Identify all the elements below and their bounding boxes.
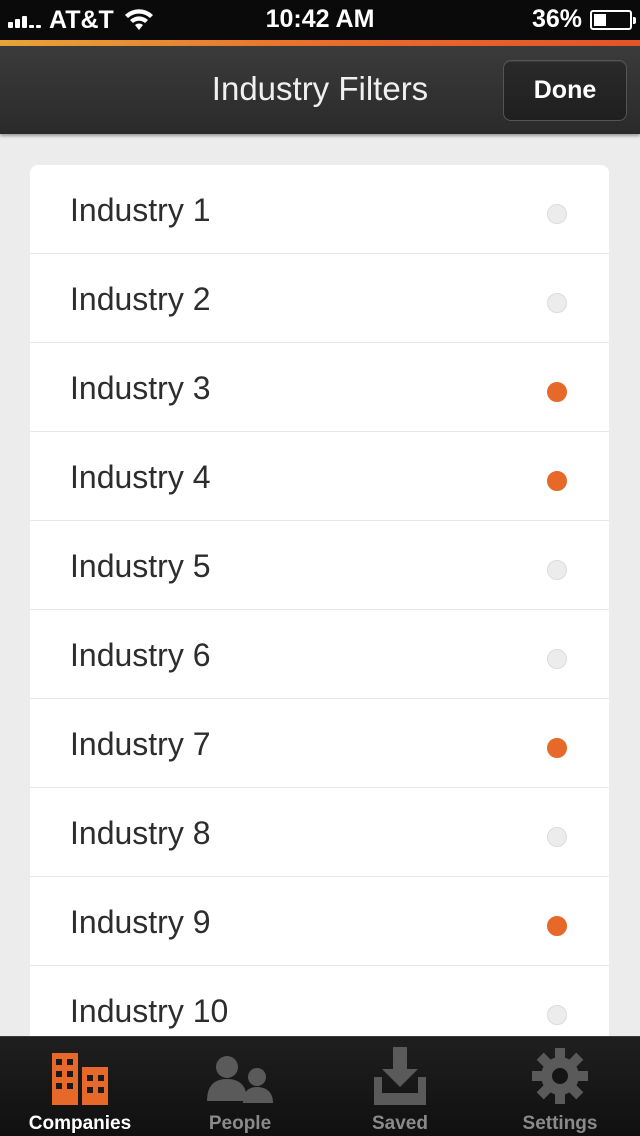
list-item-label: Industry 6: [70, 637, 211, 673]
list-item[interactable]: Industry 7: [30, 699, 609, 788]
selection-indicator-icon: [547, 204, 567, 224]
download-tray-icon: [372, 1045, 428, 1105]
list-item[interactable]: Industry 2: [30, 254, 609, 343]
selection-indicator-icon: [547, 293, 567, 313]
selection-indicator-icon: [547, 827, 567, 847]
list-item[interactable]: Industry 1: [30, 165, 609, 254]
list-item-label: Industry 9: [70, 904, 211, 940]
done-button[interactable]: Done: [503, 60, 627, 121]
battery-percentage: 36%: [531, 5, 582, 33]
selection-indicator-icon: [547, 471, 567, 491]
list-item[interactable]: Industry 9: [30, 877, 609, 966]
selection-indicator-icon: [547, 738, 567, 758]
navigation-bar: Industry Filters Done: [0, 46, 640, 134]
list-item-label: Industry 10: [70, 993, 229, 1029]
selection-indicator-icon: [547, 382, 567, 402]
tab-settings[interactable]: Settings: [480, 1037, 640, 1136]
status-bar: AT&T 10:42 AM 36%: [0, 0, 640, 40]
tab-label: Companies: [28, 1113, 132, 1134]
tab-label: Saved: [372, 1113, 428, 1134]
list-item[interactable]: Industry 4: [30, 432, 609, 521]
selection-indicator-icon: [547, 649, 567, 669]
list-item[interactable]: Industry 5: [30, 521, 609, 610]
list-item[interactable]: Industry 6: [30, 610, 609, 699]
list-item-label: Industry 3: [70, 370, 211, 406]
selection-indicator-icon: [547, 560, 567, 580]
industry-list: Industry 1 Industry 2 Industry 3 Industr…: [30, 165, 609, 1065]
list-item-label: Industry 5: [70, 548, 211, 584]
people-icon: [205, 1045, 275, 1105]
tab-label: People: [208, 1113, 272, 1134]
gear-icon: [531, 1045, 589, 1105]
tab-bar: Companies People Saved Settings: [0, 1036, 640, 1136]
selection-indicator-icon: [547, 1005, 567, 1025]
list-item[interactable]: Industry 3: [30, 343, 609, 432]
status-right: 36%: [531, 5, 636, 34]
buildings-icon: [50, 1045, 110, 1105]
selection-indicator-icon: [547, 916, 567, 936]
tab-people[interactable]: People: [160, 1037, 320, 1136]
list-item-label: Industry 8: [70, 815, 211, 851]
tab-companies[interactable]: Companies: [0, 1037, 160, 1136]
tab-saved[interactable]: Saved: [320, 1037, 480, 1136]
battery-icon: [590, 9, 636, 30]
list-item-label: Industry 4: [70, 459, 211, 495]
list-item-label: Industry 1: [70, 192, 211, 228]
list-item-label: Industry 7: [70, 726, 211, 762]
list-item[interactable]: Industry 8: [30, 788, 609, 877]
list-item-label: Industry 2: [70, 281, 211, 317]
tab-label: Settings: [522, 1113, 598, 1134]
